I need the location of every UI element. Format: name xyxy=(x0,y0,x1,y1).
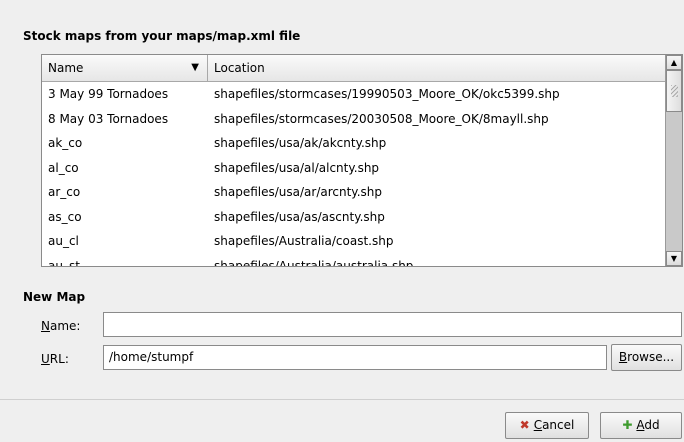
row-name: ak_co xyxy=(48,136,83,150)
table-row[interactable]: as_co shapefiles/usa/as/ascnty.shp xyxy=(42,205,666,230)
row-name: 8 May 03 Tornadoes xyxy=(48,111,169,126)
url-label-rest: RL: xyxy=(49,352,69,366)
browse-label-rest: rowse... xyxy=(627,350,675,364)
browse-button[interactable]: Browse... xyxy=(611,344,682,371)
table-row[interactable]: ar_co shapefiles/usa/ar/arcnty.shp xyxy=(42,180,666,205)
name-label-rest: ame: xyxy=(49,319,81,333)
arrow-down-icon[interactable]: ▼ xyxy=(666,251,682,266)
row-name: as_co xyxy=(48,209,82,224)
stock-maps-list[interactable]: Name ▼ Location 3 May 99 Tornadoes shape… xyxy=(41,54,683,267)
row-name: 3 May 99 Tornadoes xyxy=(48,87,169,101)
name-label-mnemonic: N xyxy=(41,319,50,333)
arrow-up-icon[interactable]: ▲ xyxy=(666,55,682,70)
cancel-button[interactable]: ✖ Cancel xyxy=(505,412,589,439)
table-row[interactable]: au_cl shapefiles/Australia/coast.shp xyxy=(42,229,666,254)
row-name: au_cl xyxy=(48,234,79,248)
row-name: au_st xyxy=(48,258,80,267)
table-row[interactable]: au_st shapefiles/Australia/australia.shp xyxy=(42,254,666,267)
plus-icon: ✚ xyxy=(622,418,633,432)
table-row[interactable]: 3 May 99 Tornadoes shapefiles/stormcases… xyxy=(42,82,666,107)
row-location: shapefiles/stormcases/20030508_Moore_OK/… xyxy=(214,111,549,126)
row-location: shapefiles/stormcases/19990503_Moore_OK/… xyxy=(214,87,560,101)
grip-icon xyxy=(671,85,678,97)
table-row[interactable]: al_co shapefiles/usa/al/alcnty.shp xyxy=(42,156,666,181)
row-location: shapefiles/usa/as/ascnty.shp xyxy=(214,209,385,224)
url-input[interactable]: /home/stumpf xyxy=(103,345,607,370)
x-icon: ✖ xyxy=(519,418,530,432)
scroll-thumb[interactable] xyxy=(666,70,682,112)
table-row[interactable]: ak_co shapefiles/usa/ak/akcnty.shp xyxy=(42,131,666,156)
url-label: URL: xyxy=(41,351,69,367)
column-header-location[interactable]: Location xyxy=(208,55,666,81)
name-label: Name: xyxy=(41,318,80,334)
divider xyxy=(0,399,684,400)
name-input[interactable] xyxy=(103,312,682,337)
cancel-label-rest: ancel xyxy=(542,418,575,432)
table-row[interactable]: 8 May 03 Tornadoes shapefiles/stormcases… xyxy=(42,107,666,132)
url-label-mnemonic: U xyxy=(41,352,50,366)
row-location: shapefiles/Australia/coast.shp xyxy=(214,234,394,248)
chevron-down-icon: ▼ xyxy=(191,62,199,73)
column-header-name-label: Name xyxy=(48,61,84,75)
add-label-rest: dd xyxy=(644,418,660,432)
browse-mnemonic: B xyxy=(618,350,628,364)
stock-maps-title: Stock maps from your maps/map.xml file xyxy=(23,29,301,43)
row-location: shapefiles/usa/al/alcnty.shp xyxy=(214,160,380,175)
row-location: shapefiles/usa/ar/arcnty.shp xyxy=(214,185,382,199)
row-name: al_co xyxy=(48,160,79,175)
row-location: shapefiles/Australia/australia.shp xyxy=(214,258,414,267)
list-rows: 3 May 99 Tornadoes shapefiles/stormcases… xyxy=(42,82,666,267)
row-location: shapefiles/usa/ak/akcnty.shp xyxy=(214,136,387,150)
new-map-title: New Map xyxy=(23,290,86,304)
add-button[interactable]: ✚ Add xyxy=(600,412,682,439)
column-header-name[interactable]: Name ▼ xyxy=(42,55,208,81)
vertical-scrollbar[interactable]: ▲ ▼ xyxy=(665,55,682,266)
cancel-mnemonic: C xyxy=(533,418,543,432)
row-name: ar_co xyxy=(48,185,81,199)
column-header-location-label: Location xyxy=(214,61,265,75)
list-header: Name ▼ Location xyxy=(42,55,666,82)
